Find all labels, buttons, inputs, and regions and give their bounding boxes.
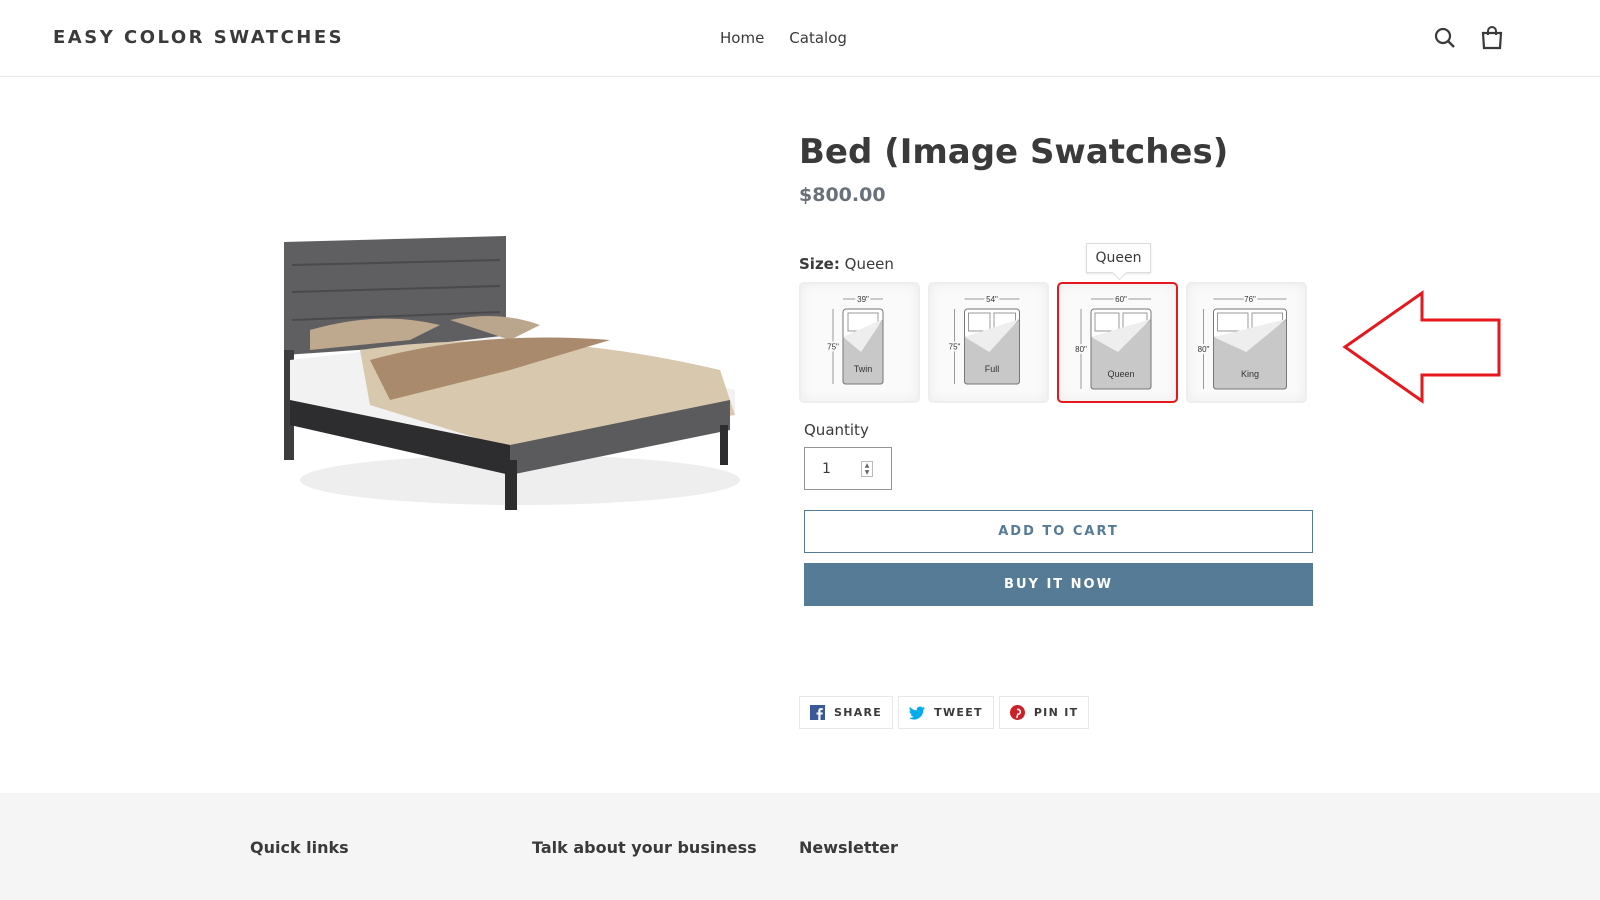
swatch-length: 75" [949, 343, 961, 352]
bed-size-diagram-icon: 54" 75" Full [947, 293, 1020, 385]
swatch-full[interactable]: 54" 75" Full [928, 282, 1049, 403]
share-label: PIN IT [1033, 706, 1079, 719]
quantity-input[interactable]: 1 ▲ ▼ [804, 447, 892, 490]
size-swatches: 39" 75" Twin 54" 75" Full 60" 80" Queen … [799, 282, 1307, 403]
product-image[interactable] [280, 230, 750, 520]
bed-size-diagram-icon: 60" 80" Queen [1073, 293, 1152, 390]
bed-size-diagram-icon: 39" 75" Twin [825, 293, 884, 385]
size-selected-value: Queen [844, 255, 894, 273]
nav-catalog[interactable]: Catalog [789, 29, 847, 47]
footer-about: Talk about your business [532, 838, 757, 857]
share-label: TWEET [934, 706, 983, 719]
swatch-label: Full [985, 364, 1000, 374]
size-label: Size: Queen [799, 255, 894, 273]
swatch-length: 80" [1198, 345, 1210, 354]
twitter-icon [909, 706, 926, 719]
quantity-stepper[interactable]: ▲ ▼ [861, 461, 873, 477]
swatch-queen[interactable]: 60" 80" Queen [1057, 282, 1178, 403]
quantity-label: Quantity [804, 421, 869, 439]
swatch-king[interactable]: 76" 80" King [1186, 282, 1307, 403]
share-facebook-button[interactable]: SHARE [799, 696, 894, 729]
quantity-value: 1 [822, 461, 831, 477]
product-title: Bed (Image Swatches) [799, 132, 1229, 172]
site-footer: Quick links Talk about your business New… [0, 793, 1600, 900]
swatch-label: King [1241, 369, 1259, 379]
share-label: SHARE [834, 706, 883, 719]
add-to-cart-button[interactable]: ADD TO CART [804, 510, 1313, 553]
share-pinterest-button[interactable]: PIN IT [998, 696, 1090, 729]
buy-it-now-button[interactable]: BUY IT NOW [804, 563, 1313, 606]
swatch-label: Queen [1107, 369, 1134, 379]
swatch-length: 80" [1075, 345, 1087, 354]
bed-size-diagram-icon: 76" 80" King [1196, 293, 1287, 390]
swatch-tooltip: Queen [1086, 243, 1151, 273]
swatch-width: 39" [857, 295, 869, 304]
swatch-width: 76" [1244, 295, 1256, 304]
facebook-icon [810, 705, 825, 720]
size-label-key: Size: [799, 255, 840, 273]
site-logo[interactable]: EASY COLOR SWATCHES [53, 27, 344, 48]
swatch-width: 60" [1115, 295, 1127, 304]
swatch-twin[interactable]: 39" 75" Twin [799, 282, 920, 403]
search-icon[interactable] [1431, 24, 1459, 52]
site-header: EASY COLOR SWATCHES Home Catalog [0, 0, 1600, 77]
swatch-label: Twin [854, 364, 873, 374]
nav-home[interactable]: Home [720, 29, 764, 47]
swatch-length: 75" [827, 343, 839, 352]
annotation-arrow-icon [1342, 290, 1501, 404]
main-nav: Home Catalog [720, 29, 847, 47]
footer-newsletter: Newsletter [799, 838, 898, 857]
social-share: SHARE TWEET PIN IT [799, 696, 1090, 729]
share-twitter-button[interactable]: TWEET [898, 696, 994, 729]
swatch-width: 54" [986, 295, 998, 304]
pinterest-icon [1009, 705, 1025, 720]
footer-quick-links: Quick links [250, 838, 349, 857]
product-price: $800.00 [799, 184, 886, 206]
cart-icon[interactable] [1478, 24, 1506, 52]
